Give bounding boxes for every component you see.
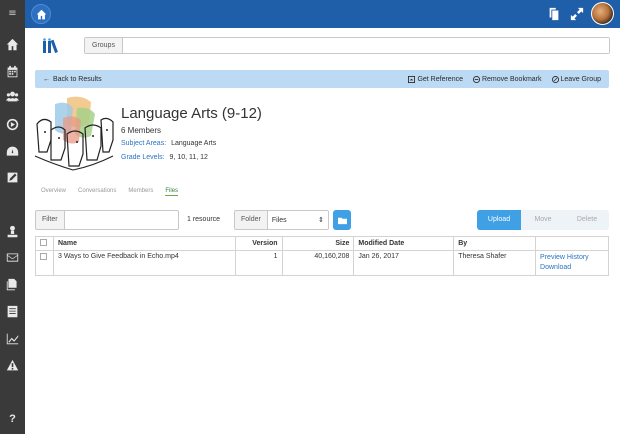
- group-search: Groups: [84, 37, 610, 54]
- col-by[interactable]: By: [453, 236, 537, 251]
- menu-icon[interactable]: ≡: [0, 3, 25, 23]
- upload-icon[interactable]: [0, 221, 25, 241]
- menu-glyph: ≡: [8, 7, 17, 19]
- row-checkbox[interactable]: [40, 253, 47, 260]
- tab-overview[interactable]: Overview: [41, 188, 66, 196]
- user-avatar[interactable]: [591, 2, 614, 25]
- subject-areas-value: Language Arts: [171, 140, 217, 147]
- minus-circle-icon: [472, 75, 480, 83]
- filter-group: Filter ✖: [35, 210, 179, 230]
- play-icon[interactable]: [0, 114, 25, 134]
- get-reference-button[interactable]: Get Reference: [408, 75, 463, 83]
- grade-levels-row: Grade Levels: 9, 10, 11, 12: [121, 154, 208, 161]
- folder-select-value: Files: [271, 216, 287, 224]
- new-folder-button[interactable]: [333, 210, 351, 230]
- file-actions: Upload Move Delete: [477, 210, 609, 230]
- home-icon: [36, 9, 46, 19]
- top-bar: [25, 0, 620, 28]
- subject-areas-key[interactable]: Subject Areas:: [121, 140, 166, 147]
- col-modified-date[interactable]: Modified Date: [353, 236, 455, 251]
- expand-icon[interactable]: [570, 7, 584, 21]
- left-sidebar: ≡ ?: [0, 0, 25, 434]
- remove-bookmark-label: Remove Bookmark: [481, 75, 542, 83]
- get-reference-label: Get Reference: [417, 75, 463, 83]
- home-button[interactable]: [31, 4, 51, 24]
- list-icon[interactable]: [0, 301, 25, 321]
- table-row[interactable]: 3 Ways to Give Feedback in Echo.mp4 1 40…: [35, 250, 609, 276]
- leave-group-button[interactable]: Leave Group: [551, 75, 601, 83]
- upload-button[interactable]: Upload: [477, 210, 521, 230]
- select-all-checkbox[interactable]: [40, 239, 47, 246]
- calendar-icon[interactable]: [0, 61, 25, 81]
- main-panel: Groups ← Back to Results Get Reference R…: [25, 28, 620, 434]
- file-size: 40,160,208: [281, 250, 355, 276]
- tab-conversations[interactable]: Conversations: [78, 188, 116, 196]
- folder-label: Folder: [235, 211, 268, 229]
- col-name[interactable]: Name: [52, 236, 236, 251]
- col-actions: [535, 236, 609, 251]
- filter-label: Filter: [36, 211, 65, 229]
- documents-icon[interactable]: [0, 274, 25, 294]
- table-header-row: Name Version Size Modified Date By: [35, 236, 609, 251]
- file-version: 1: [234, 250, 283, 276]
- remove-bookmark-button[interactable]: Remove Bookmark: [472, 75, 542, 83]
- preview-history-link[interactable]: Preview History: [540, 253, 604, 263]
- select-all-cell[interactable]: [35, 236, 54, 251]
- grade-levels-value: 9, 10, 11, 12: [169, 154, 208, 161]
- file-modified-date: Jan 26, 2017: [353, 250, 455, 276]
- download-link[interactable]: Download: [540, 263, 604, 273]
- chart-icon[interactable]: [0, 328, 25, 348]
- folder-icon: [337, 217, 347, 224]
- col-version[interactable]: Version: [234, 236, 283, 251]
- search-input[interactable]: [122, 38, 609, 53]
- file-links-cell: Preview History Download: [535, 250, 609, 276]
- move-button[interactable]: Move: [521, 210, 565, 230]
- leave-group-label: Leave Group: [560, 75, 601, 83]
- group-tabs: Overview Conversations Members Files: [41, 188, 179, 196]
- home-icon[interactable]: [0, 34, 25, 54]
- select-arrows-icon: ⇕: [318, 217, 324, 224]
- resource-count: 1 resource: [187, 216, 221, 223]
- users-icon[interactable]: [0, 86, 25, 106]
- folder-select[interactable]: Files ⇕: [267, 211, 328, 229]
- filter-input[interactable]: [64, 211, 178, 229]
- dashboard-icon[interactable]: [0, 141, 25, 161]
- member-count: 6 Members: [121, 126, 162, 135]
- back-label: Back to Results: [53, 75, 102, 83]
- help-icon[interactable]: ?: [0, 409, 25, 429]
- ban-icon: [551, 75, 559, 83]
- warning-icon[interactable]: [0, 355, 25, 375]
- grade-levels-key[interactable]: Grade Levels:: [121, 154, 165, 161]
- file-name[interactable]: 3 Ways to Give Feedback in Echo.mp4: [52, 250, 236, 276]
- reference-icon: [408, 75, 416, 83]
- tab-members[interactable]: Members: [128, 188, 153, 196]
- tab-files[interactable]: Files: [165, 188, 179, 196]
- file-owner: Theresa Shafer: [453, 250, 537, 276]
- help-label: ?: [9, 413, 16, 425]
- edit-icon[interactable]: [0, 167, 25, 187]
- row-select-cell[interactable]: [35, 250, 54, 276]
- app-logo[interactable]: [42, 38, 64, 54]
- files-table: Name Version Size Modified Date By 3 Way…: [35, 236, 609, 276]
- breadcrumb-bar: ← Back to Results Get Reference Remove B…: [35, 70, 609, 88]
- delete-button[interactable]: Delete: [565, 210, 609, 230]
- search-label: Groups: [85, 38, 123, 53]
- copy-icon[interactable]: [547, 7, 561, 21]
- col-size[interactable]: Size: [281, 236, 355, 251]
- mail-icon[interactable]: [0, 247, 25, 267]
- back-to-results-link[interactable]: ← Back to Results: [35, 76, 102, 83]
- group-image: [33, 94, 115, 176]
- arrow-left-icon: ←: [43, 75, 50, 83]
- folder-group: Folder Files ⇕: [234, 210, 329, 230]
- group-title: Language Arts (9-12): [121, 105, 262, 122]
- subject-areas-row: Subject Areas: Language Arts: [121, 140, 216, 147]
